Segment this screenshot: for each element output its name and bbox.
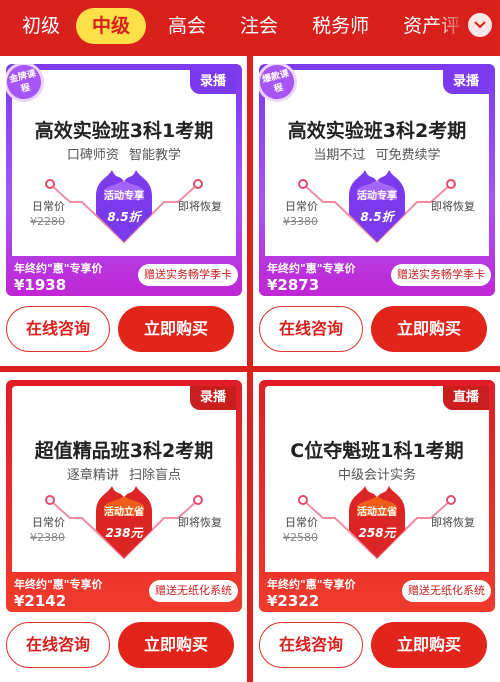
gift-badge: 赠送无纸化系统: [149, 580, 238, 602]
product-card-body: 直播 C位夺魁班1科1考期 中级会计实务 日常价 ¥2580 即将恢复 活动立省…: [265, 386, 489, 572]
product-cell: 录播 超值精品班3科2考期 逐章精讲 扫除盲点 日常价 ¥2380 即将恢复 活…: [0, 372, 247, 682]
tab-fade-overlay: [436, 0, 466, 52]
product-card[interactable]: 录播 超值精品班3科2考期 逐章精讲 扫除盲点 日常价 ¥2380 即将恢复 活…: [6, 380, 242, 612]
promo-burst-value: 8.5折: [107, 210, 141, 224]
product-card[interactable]: 录播 高效实验班3科1考期 口碑师资 智能教学 日常价 ¥2280 即将恢复 活…: [6, 64, 242, 296]
original-price: ¥2280: [30, 215, 65, 228]
tab-zhongji[interactable]: 中级: [76, 8, 147, 44]
course-title: 超值精品班3科2考期: [34, 440, 214, 462]
promo-burst-value: 258元: [358, 526, 396, 540]
promo-price: ¥2142: [14, 592, 67, 610]
consult-button[interactable]: 在线咨询: [6, 622, 110, 668]
promo-burst-label: 活动立省: [357, 507, 397, 518]
product-card-body: 录播 高效实验班3科2考期 当期不过 可免费续学 日常价 ¥3380 即将恢复 …: [265, 70, 489, 256]
promo-price: ¥2322: [267, 592, 320, 610]
promo-burst-label: 活动专享: [357, 191, 397, 202]
promo-price: ¥2873: [267, 276, 320, 294]
course-type-tag: 录播: [189, 70, 236, 94]
product-cell: 直播 C位夺魁班1科1考期 中级会计实务 日常价 ¥2580 即将恢复 活动立省…: [253, 372, 500, 682]
product-cell: 录播 高效实验班3科1考期 口碑师资 智能教学 日常价 ¥2280 即将恢复 活…: [0, 56, 247, 366]
promo-burst-label: 活动立省: [104, 507, 144, 518]
restore-soon-label: 即将恢复: [178, 200, 222, 213]
daily-price-label: 日常价: [32, 516, 65, 529]
product-card[interactable]: 直播 C位夺魁班1科1考期 中级会计实务 日常价 ¥2580 即将恢复 活动立省…: [259, 380, 495, 612]
course-subtitle: 逐章精讲 扫除盲点: [66, 468, 182, 483]
consult-button[interactable]: 在线咨询: [259, 622, 363, 668]
product-cell: 录播 高效实验班3科2考期 当期不过 可免费续学 日常价 ¥3380 即将恢复 …: [253, 56, 500, 366]
gift-badge: 赠送实务畅学季卡: [138, 264, 238, 286]
buy-now-button[interactable]: 立即购买: [118, 306, 234, 352]
product-grid: 录播 高效实验班3科1考期 口碑师资 智能教学 日常价 ¥2280 即将恢复 活…: [0, 54, 500, 682]
product-card-body: 录播 高效实验班3科1考期 口碑师资 智能教学 日常价 ¥2280 即将恢复 活…: [12, 70, 236, 256]
gift-badge: 赠送实务畅学季卡: [391, 264, 491, 286]
original-price: ¥3380: [283, 215, 318, 228]
course-title: 高效实验班3科1考期: [34, 120, 214, 142]
tab-zhuhui[interactable]: 注会: [240, 8, 278, 44]
product-card[interactable]: 录播 高效实验班3科2考期 当期不过 可免费续学 日常价 ¥3380 即将恢复 …: [259, 64, 495, 296]
promo-price: ¥1938: [14, 276, 67, 294]
promo-burst-value: 238元: [105, 526, 143, 540]
daily-price-label: 日常价: [32, 200, 65, 213]
buy-now-button[interactable]: 立即购买: [371, 306, 487, 352]
promo-burst-label: 活动专享: [104, 191, 144, 202]
promo-price-label: 年终约"惠"专享价: [14, 262, 103, 275]
daily-price-label: 日常价: [285, 516, 318, 529]
original-price: ¥2580: [283, 531, 318, 544]
course-type-tag: 录播: [189, 386, 236, 410]
tab-chuji[interactable]: 初级: [22, 8, 60, 44]
tab-shuiwushi[interactable]: 税务师: [312, 8, 369, 44]
buy-now-button[interactable]: 立即购买: [371, 622, 487, 668]
course-type-tag: 录播: [442, 70, 489, 94]
course-title: C位夺魁班1科1考期: [290, 440, 464, 462]
category-tab-bar: 初级 中级 高会 注会 税务师 资产评: [0, 0, 500, 52]
restore-soon-label: 即将恢复: [178, 516, 222, 529]
promo-burst-value: 8.5折: [360, 210, 394, 224]
promo-price-label: 年终约"惠"专享价: [267, 262, 356, 275]
restore-soon-label: 即将恢复: [431, 516, 475, 529]
course-subtitle: 口碑师资 智能教学: [66, 148, 182, 163]
course-subtitle: 中级会计实务: [337, 468, 416, 483]
original-price: ¥2380: [30, 531, 65, 544]
course-subtitle: 当期不过 可免费续学: [313, 148, 441, 163]
tab-gaohui[interactable]: 高会: [168, 8, 206, 44]
promo-price-label: 年终约"惠"专享价: [267, 578, 356, 591]
consult-button[interactable]: 在线咨询: [259, 306, 363, 352]
gift-badge: 赠送无纸化系统: [402, 580, 491, 602]
product-card-body: 录播 超值精品班3科2考期 逐章精讲 扫除盲点 日常价 ¥2380 即将恢复 活…: [12, 386, 236, 572]
daily-price-label: 日常价: [285, 200, 318, 213]
consult-button[interactable]: 在线咨询: [6, 306, 110, 352]
restore-soon-label: 即将恢复: [431, 200, 475, 213]
promo-price-label: 年终约"惠"专享价: [14, 578, 103, 591]
chevron-down-icon[interactable]: [468, 13, 492, 37]
buy-now-button[interactable]: 立即购买: [118, 622, 234, 668]
course-type-tag: 直播: [442, 386, 489, 410]
course-title: 高效实验班3科2考期: [287, 120, 467, 142]
